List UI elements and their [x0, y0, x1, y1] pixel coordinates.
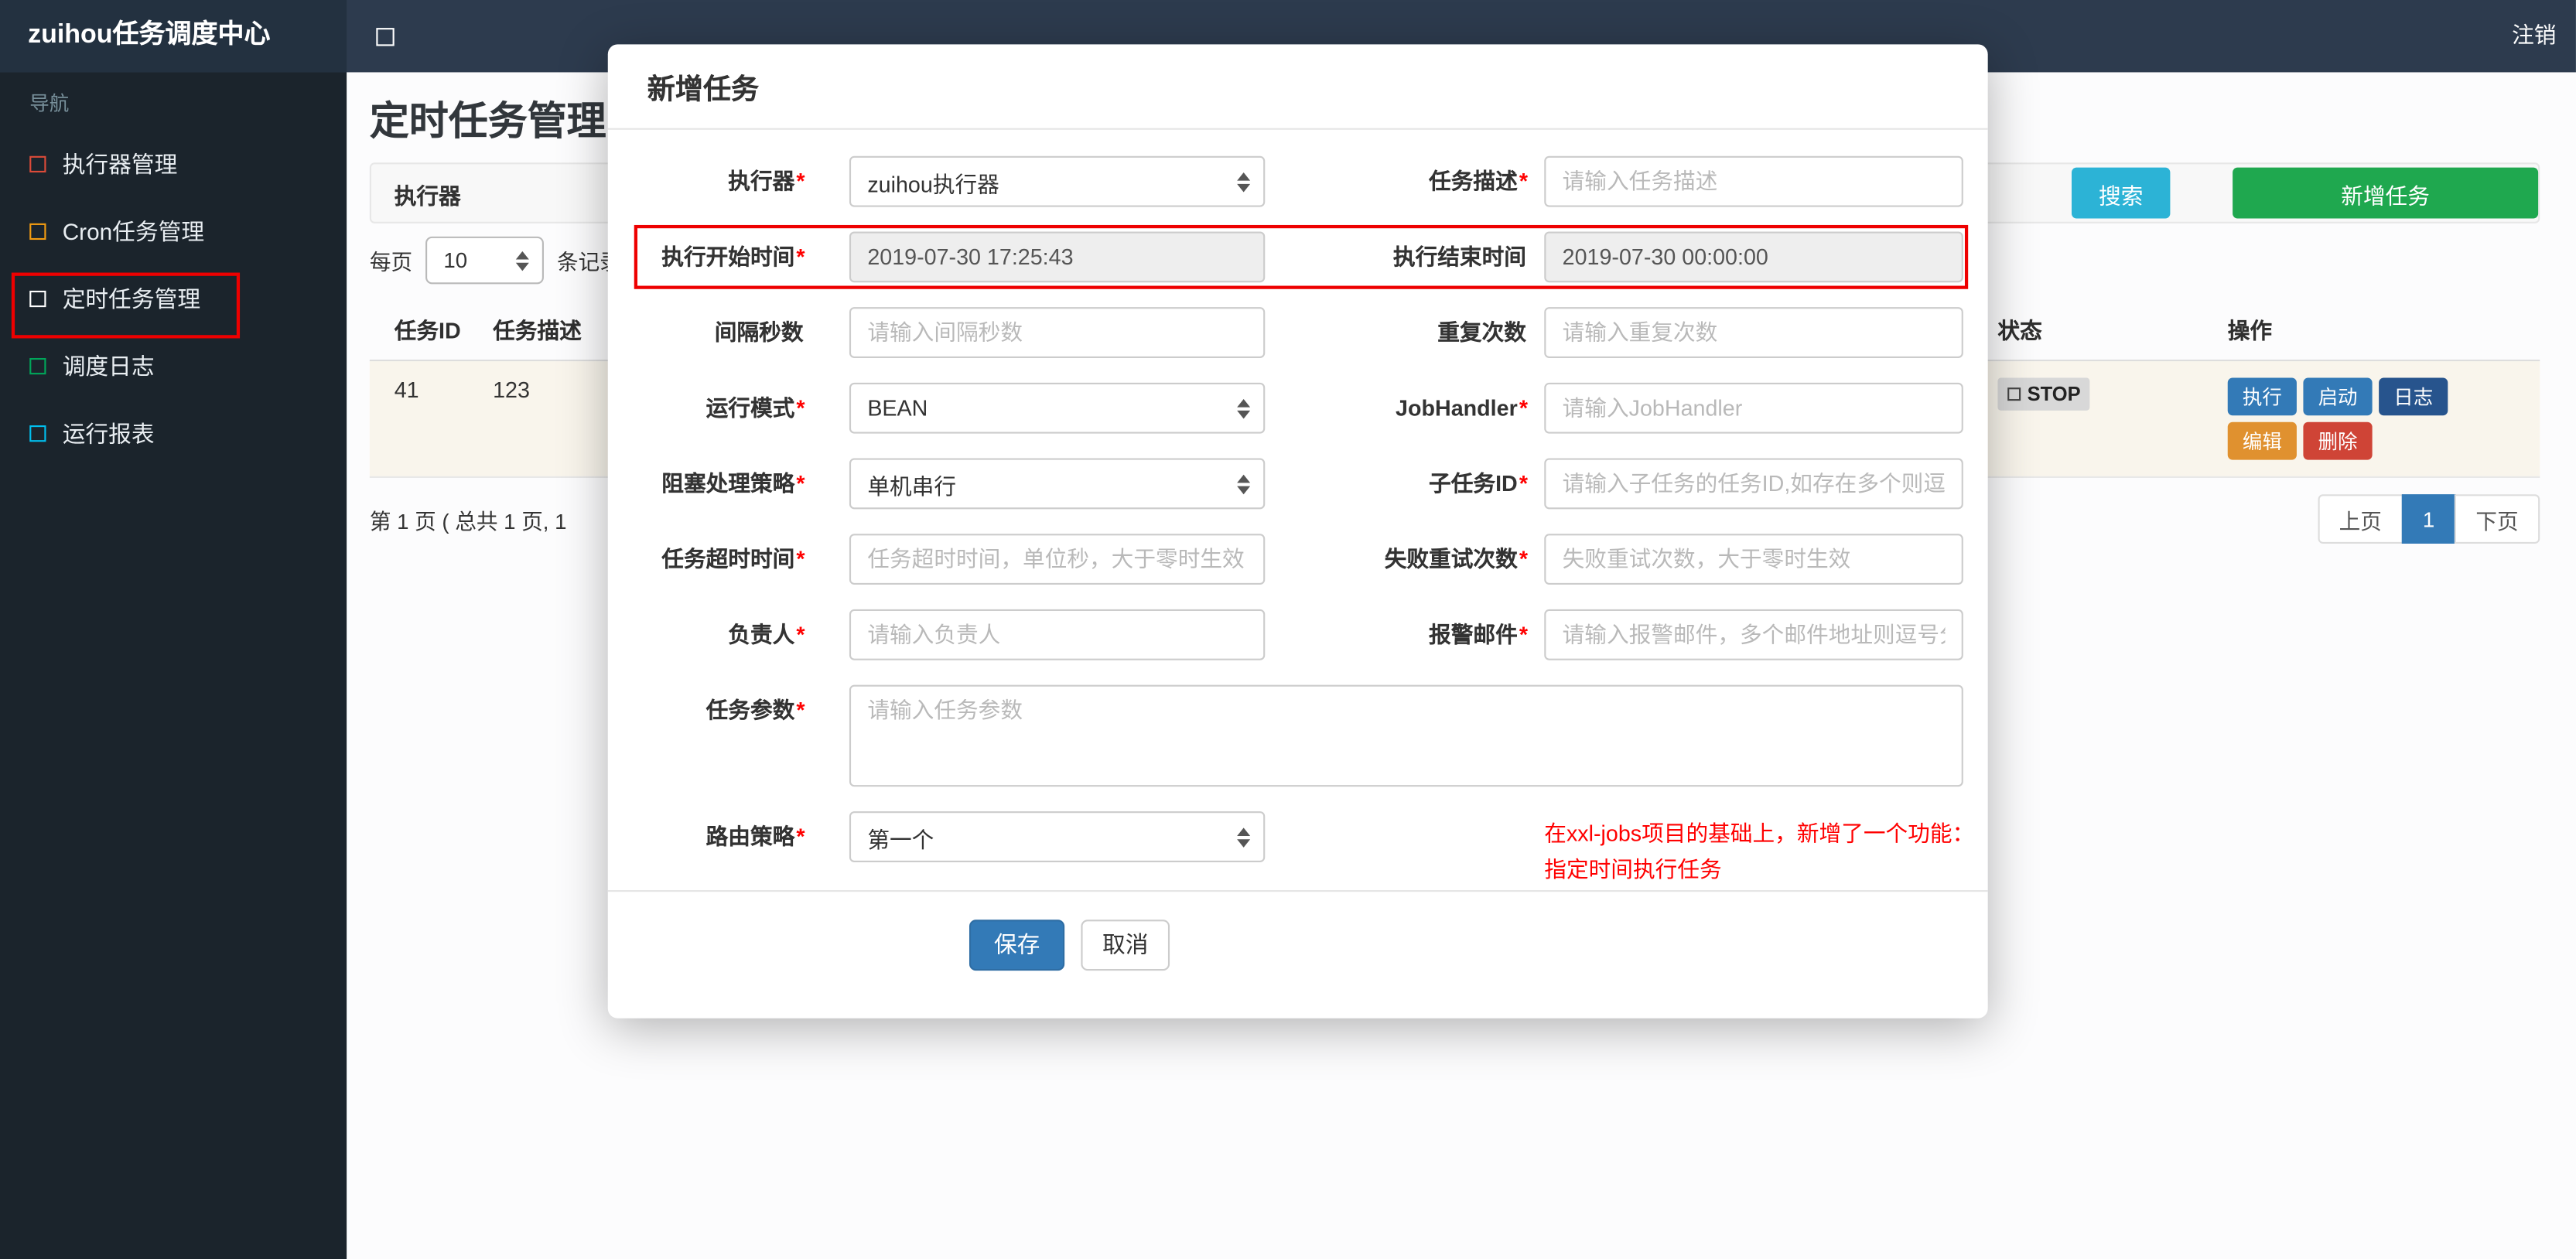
edit-button[interactable]: 编辑 — [2227, 421, 2297, 460]
app-viewport: zuihou任务调度中心 注销 导航 执行器管理 Cron任务管理 定时任务管理… — [0, 0, 2576, 1259]
feature-note: 在xxl-jobs项目的基础上，新增了一个功能： 指定时间执行任务 — [1544, 821, 1975, 882]
executor-filter-label: 执行器 — [394, 183, 461, 208]
job-desc-input[interactable] — [1544, 155, 1963, 207]
retry-count-input[interactable] — [1544, 534, 1963, 585]
cell-task-id: 41 — [394, 377, 419, 403]
cell-status: STOP — [1990, 361, 2219, 476]
form-row: 任务超时时间* 失败重试次数* — [608, 534, 1988, 585]
add-task-modal: 新增任务 执行器* zuihou执行器 任务描述* 执行开始时间* 2019-0… — [607, 44, 1988, 1018]
menu-square-icon — [29, 424, 46, 442]
block-strategy-select[interactable]: 单机串行 — [849, 458, 1266, 510]
repeat-count-label: 重复次数 — [1437, 320, 1526, 345]
form-row: 阻塞处理策略 * 单机串行 子任务ID * — [608, 458, 1988, 510]
run-mode-label: 运行模式 * — [705, 395, 805, 421]
pagination-summary: 第 1 页 ( 总共 1 页, 1 — [369, 508, 567, 534]
job-param-label: 任务参数 * — [705, 698, 805, 723]
menu-square-icon — [29, 289, 46, 307]
status-square-icon — [2007, 387, 2021, 401]
end-time-field[interactable]: 2019-07-30 00:00:00 — [1544, 231, 1963, 283]
execute-button[interactable]: 执行 — [2227, 377, 2297, 416]
retry-count-label: 失败重试次数 * — [1384, 547, 1529, 572]
executor-select[interactable]: zuihou执行器 — [849, 155, 1266, 207]
menu-square-icon — [29, 222, 46, 239]
end-time-label: 执行结束时间 — [1392, 244, 1526, 270]
repeat-count-input[interactable] — [1544, 307, 1963, 358]
pagination: 上页 1 下页 — [2317, 494, 2540, 544]
select-arrows-icon — [1237, 171, 1251, 192]
select-arrows-icon — [515, 250, 529, 271]
header-operations: 操作 — [2227, 318, 2273, 343]
executor-label: 执行器 * — [728, 169, 805, 194]
interval-label: 间隔秒数 — [714, 320, 804, 345]
select-arrows-icon — [1237, 397, 1251, 418]
modal-footer: 保存 取消 — [608, 891, 1988, 971]
cancel-button[interactable]: 取消 — [1081, 919, 1170, 971]
alarm-email-label: 报警邮件 * — [1429, 622, 1529, 647]
run-mode-select[interactable]: BEAN — [849, 382, 1266, 434]
route-strategy-select[interactable]: 第一个 — [849, 811, 1266, 862]
timeout-input[interactable] — [849, 534, 1266, 585]
menu-square-icon — [29, 357, 46, 374]
next-page-button[interactable]: 下页 — [2454, 494, 2540, 544]
timeout-label: 任务超时时间 * — [661, 547, 805, 572]
sidebar-item-label: 调度日志 — [62, 352, 155, 379]
sidebar-item-label: Cron任务管理 — [62, 217, 205, 244]
jobhandler-input[interactable] — [1544, 382, 1963, 434]
job-desc-label: 任务描述 * — [1429, 169, 1529, 194]
form-row: 路由策略 * 第一个 在xxl-jobs项目的基础上，新增了一个功能： 指定时间执… — [608, 811, 1988, 889]
save-button[interactable]: 保存 — [969, 919, 1065, 971]
modal-title: 新增任务 — [647, 73, 760, 105]
job-param-textarea[interactable] — [849, 684, 1963, 787]
child-job-label: 子任务ID * — [1429, 471, 1529, 496]
sidebar-item-executor-management[interactable]: 执行器管理 — [0, 130, 347, 197]
sidebar-toggle-icon — [375, 27, 394, 46]
owner-input[interactable] — [849, 609, 1266, 660]
form-row: 任务参数 * — [608, 684, 1988, 787]
sidebar-section-label: 导航 — [29, 91, 70, 115]
sidebar: 导航 执行器管理 Cron任务管理 定时任务管理 调度日志 运行报表 — [0, 72, 347, 1259]
app-brand: zuihou任务调度中心 — [0, 0, 347, 73]
logout-link[interactable]: 注销 — [2492, 0, 2576, 72]
sidebar-item-cron-task-management[interactable]: Cron任务管理 — [0, 197, 347, 264]
interval-input[interactable] — [849, 307, 1266, 358]
select-arrows-icon — [1237, 473, 1251, 494]
block-strategy-label: 阻塞处理策略 * — [661, 471, 805, 496]
delete-button[interactable]: 删除 — [2303, 421, 2373, 460]
start-time-field[interactable]: 2019-07-30 17:25:43 — [849, 231, 1266, 283]
form-row: 运行模式 * BEAN JobHandler * — [608, 382, 1988, 434]
per-page-label: 每页 — [369, 249, 413, 275]
sidebar-toggle[interactable] — [347, 0, 422, 72]
per-page-select[interactable]: 10 — [425, 236, 544, 285]
start-button[interactable]: 启动 — [2303, 377, 2373, 416]
sidebar-item-run-report[interactable]: 运行报表 — [0, 399, 347, 466]
header-task-id: 任务ID — [394, 318, 461, 343]
alarm-email-input[interactable] — [1544, 609, 1963, 660]
sidebar-item-label: 执行器管理 — [62, 150, 178, 177]
menu-square-icon — [29, 155, 46, 172]
sidebar-item-label: 运行报表 — [62, 419, 155, 446]
owner-label: 负责人 * — [728, 622, 805, 647]
search-button[interactable]: 搜索 — [2071, 167, 2171, 219]
cell-operations: 执行 启动 日志 编辑 删除 — [2219, 361, 2540, 476]
log-button[interactable]: 日志 — [2379, 377, 2448, 416]
form-row: 间隔秒数 重复次数 — [608, 307, 1988, 358]
start-time-label: 执行开始时间 * — [661, 244, 805, 270]
modal-header: 新增任务 — [607, 44, 1988, 130]
header-status: 状态 — [1997, 318, 2042, 343]
form-row: 执行开始时间 * 2019-07-30 17:25:43 执行结束时间 2019-… — [608, 231, 1988, 283]
jobhandler-label: JobHandler * — [1396, 395, 1529, 421]
status-badge: STOP — [1997, 377, 2091, 411]
sidebar-item-label: 定时任务管理 — [62, 285, 201, 312]
page-number-button[interactable]: 1 — [2401, 494, 2456, 544]
prev-page-button[interactable]: 上页 — [2317, 494, 2403, 544]
route-strategy-label: 路由策略 * — [705, 824, 805, 849]
form-row: 负责人* 报警邮件* — [608, 609, 1988, 660]
modal-body: 执行器* zuihou执行器 任务描述* 执行开始时间* 2019-07-30 … — [608, 130, 1988, 889]
child-job-input[interactable] — [1544, 458, 1963, 510]
select-arrows-icon — [1237, 827, 1251, 847]
sidebar-item-dispatch-log[interactable]: 调度日志 — [0, 332, 347, 399]
sidebar-item-scheduled-task-management[interactable]: 定时任务管理 — [0, 264, 347, 332]
form-row: 执行器 * zuihou执行器 任务描述 * — [608, 155, 1988, 207]
add-task-button[interactable]: 新增任务 — [2233, 167, 2539, 219]
